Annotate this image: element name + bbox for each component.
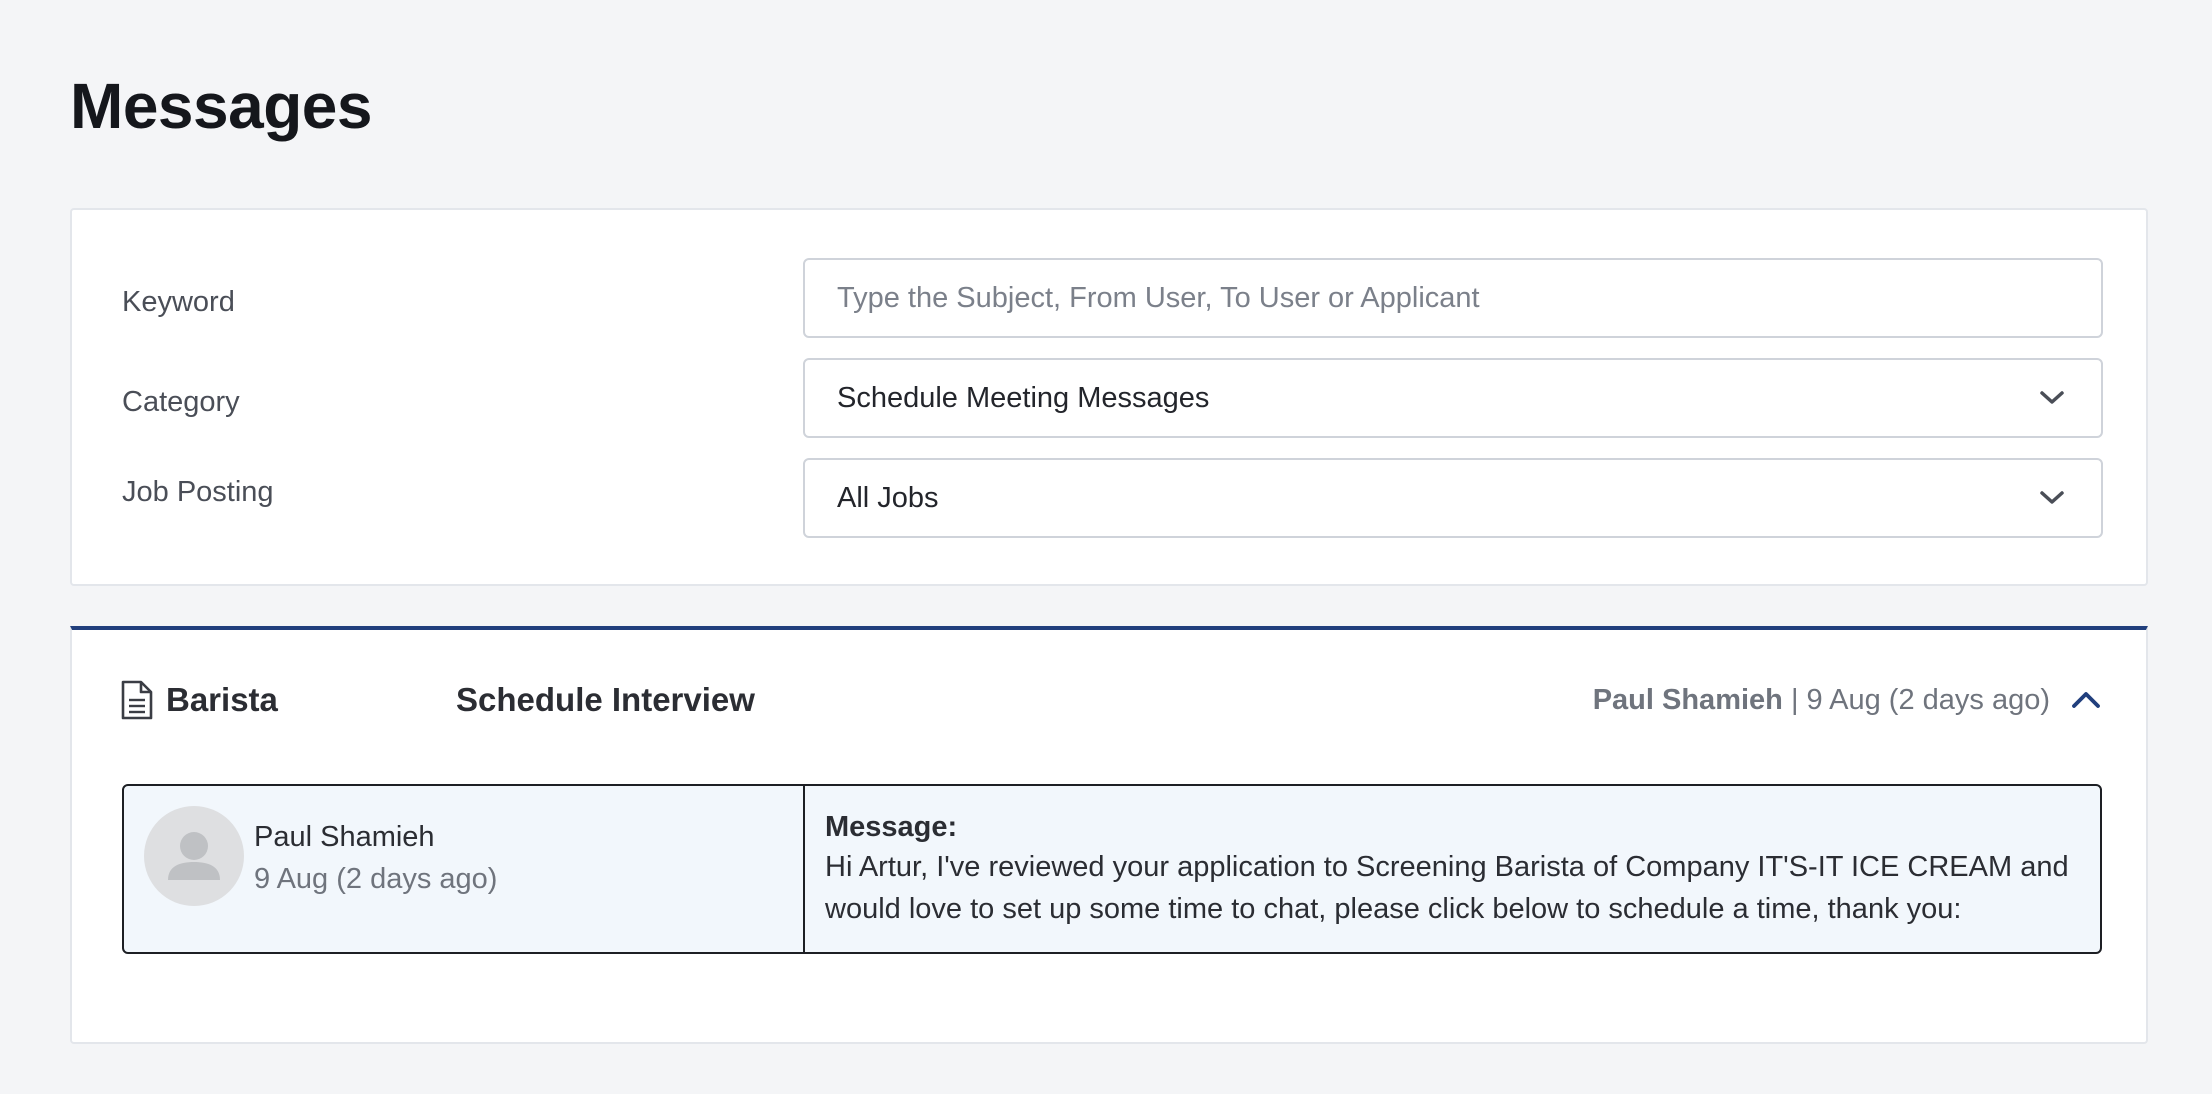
job-posting-select[interactable]: All Jobs [803, 458, 2103, 538]
chevron-down-icon [2035, 481, 2069, 515]
message-date: 9 Aug (2 days ago) [254, 863, 498, 895]
message-sender-name: Paul Shamieh [254, 821, 435, 853]
chevron-down-icon [2035, 381, 2069, 415]
category-select[interactable]: Schedule Meeting Messages [803, 358, 2103, 438]
job-posting-label: Job Posting [122, 476, 274, 508]
message-body: Hi Artur, I've reviewed your application… [825, 851, 2069, 925]
thread-date: 9 Aug (2 days ago) [1806, 684, 2050, 716]
keyword-filter-row: Keyword [72, 258, 2146, 338]
keyword-search-input[interactable] [803, 258, 2103, 338]
message-sender-cell: Paul Shamieh 9 Aug (2 days ago) [124, 786, 805, 952]
message-content-cell: Message: Hi Artur, I've reviewed your ap… [805, 786, 2100, 952]
meta-separator: | [1790, 684, 1799, 716]
message-category-title: Schedule Interview [456, 681, 755, 718]
collapse-thread-button[interactable] [2066, 680, 2106, 720]
page-title: Messages [70, 70, 372, 142]
message-thread-card: Barista Schedule Interview Paul Shamieh … [70, 626, 2148, 1044]
thread-sender: Paul Shamieh [1592, 684, 1783, 716]
avatar [144, 806, 244, 906]
document-icon [120, 680, 154, 720]
keyword-label: Keyword [122, 286, 235, 318]
message-label: Message: [825, 811, 958, 843]
chevron-up-icon [2072, 692, 2100, 708]
category-filter-row: Category Schedule Meeting Messages [72, 358, 2146, 438]
thread-meta: Paul Shamieh | 9 Aug (2 days ago) [1593, 682, 2050, 718]
job-posting-filter-row: Job Posting All Jobs [72, 458, 2146, 538]
user-avatar-icon [168, 832, 220, 880]
category-label: Category [122, 386, 240, 418]
job-title: Barista [166, 681, 278, 718]
category-selected-value: Schedule Meeting Messages [837, 381, 1210, 414]
message-filters: Keyword Category Schedule Meeting Messag… [70, 208, 2148, 586]
message-item: Paul Shamieh 9 Aug (2 days ago) Message:… [122, 784, 2102, 954]
job-posting-selected-value: All Jobs [837, 481, 939, 514]
message-thread-header[interactable]: Barista Schedule Interview Paul Shamieh … [72, 630, 2146, 760]
